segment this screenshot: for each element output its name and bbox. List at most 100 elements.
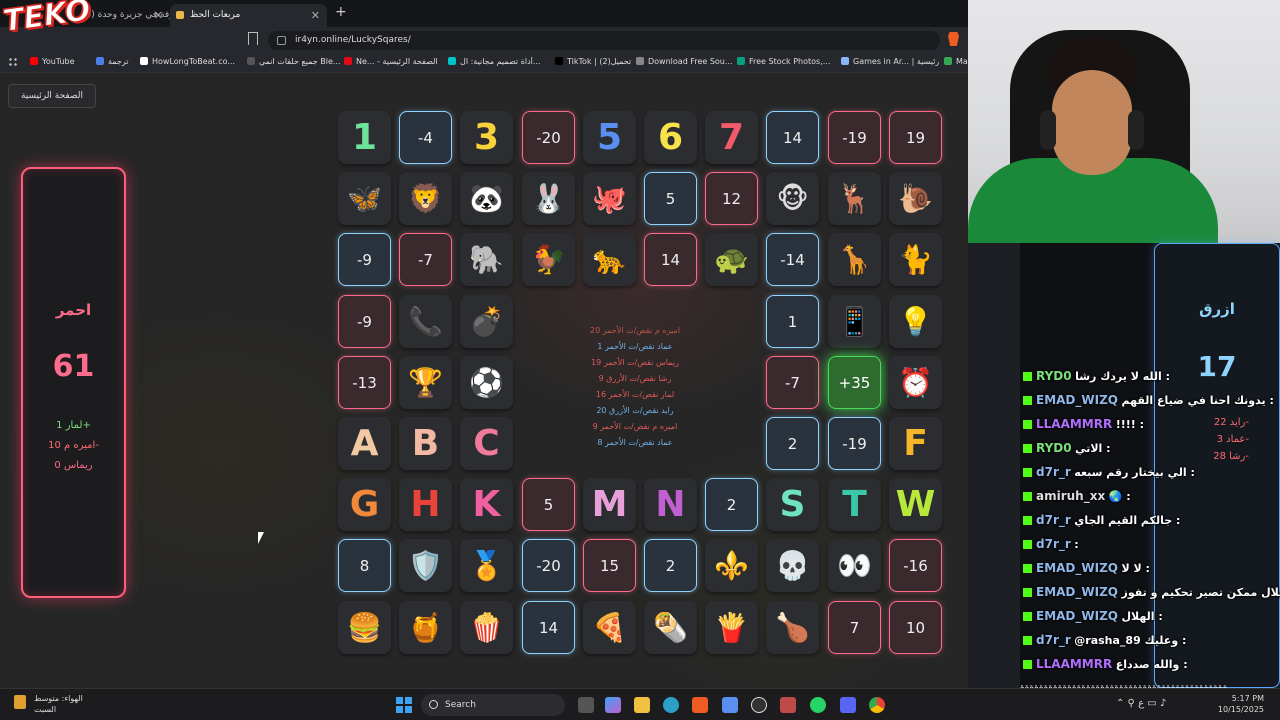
board-square[interactable]: -7 bbox=[399, 233, 452, 286]
brave-taskbar-icon[interactable] bbox=[692, 697, 708, 713]
board-square[interactable]: 💀 bbox=[766, 539, 819, 592]
board-square[interactable]: 👀 bbox=[828, 539, 881, 592]
bookmark-item[interactable]: جميع حلقات انمي Ble... bbox=[247, 57, 341, 66]
board-square[interactable]: F bbox=[889, 417, 942, 470]
chat-username[interactable]: EMAD_WIZQ bbox=[1036, 609, 1118, 623]
bookmark-item[interactable]: Games in Ar... | رئيسية bbox=[841, 57, 939, 66]
board-square[interactable]: 🍯 bbox=[399, 601, 452, 654]
app-icon[interactable] bbox=[780, 697, 796, 713]
board-square[interactable]: K bbox=[460, 478, 513, 531]
discord-icon[interactable] bbox=[840, 697, 856, 713]
taskbar-search[interactable]: Search bbox=[421, 694, 565, 716]
bookmark-item[interactable]: أداة تصميم مجانية: ال... bbox=[448, 57, 541, 66]
board-square[interactable]: -20 bbox=[522, 111, 575, 164]
board-square[interactable]: 14 bbox=[644, 233, 697, 286]
board-square[interactable]: 10 bbox=[889, 601, 942, 654]
whatsapp-icon[interactable] bbox=[810, 697, 826, 713]
board-square[interactable]: ⏰ bbox=[889, 356, 942, 409]
weather-widget[interactable]: الهواء: متوسط السبت bbox=[14, 693, 83, 715]
board-square[interactable]: 5 bbox=[644, 172, 697, 225]
chat-username[interactable]: d7r_r bbox=[1036, 513, 1071, 527]
chat-username[interactable]: RYD0 bbox=[1036, 369, 1072, 383]
board-square[interactable]: +35 bbox=[828, 356, 881, 409]
board-square[interactable]: A bbox=[338, 417, 391, 470]
bookmark-item[interactable]: ترجمة bbox=[96, 57, 129, 66]
site-info-icon[interactable] bbox=[277, 36, 286, 45]
file-explorer-icon[interactable] bbox=[634, 697, 650, 713]
board-square[interactable]: 1 bbox=[766, 295, 819, 348]
board-square[interactable]: B bbox=[399, 417, 452, 470]
board-square[interactable]: ⚽ bbox=[460, 356, 513, 409]
new-tab-plus-icon[interactable]: + bbox=[335, 4, 347, 20]
board-square[interactable]: 🦒 bbox=[828, 233, 881, 286]
board-square[interactable]: -4 bbox=[399, 111, 452, 164]
board-square[interactable]: 🐙 bbox=[583, 172, 636, 225]
board-square[interactable]: 2 bbox=[766, 417, 819, 470]
board-square[interactable]: 📞 bbox=[399, 295, 452, 348]
board-square[interactable]: G bbox=[338, 478, 391, 531]
chat-username[interactable]: LLAAMMRR bbox=[1036, 657, 1112, 671]
board-square[interactable]: C bbox=[460, 417, 513, 470]
board-square[interactable]: 🐈 bbox=[889, 233, 942, 286]
board-square[interactable]: H bbox=[399, 478, 452, 531]
board-square[interactable]: N bbox=[644, 478, 697, 531]
windows-start-icon[interactable] bbox=[396, 697, 412, 713]
bookmark-item[interactable]: Ma bbox=[944, 57, 968, 66]
board-square[interactable]: 2 bbox=[644, 539, 697, 592]
board-square[interactable]: 🐘 bbox=[460, 233, 513, 286]
board-square[interactable]: -16 bbox=[889, 539, 942, 592]
board-square[interactable]: 🐓 bbox=[522, 233, 575, 286]
board-square[interactable]: 14 bbox=[766, 111, 819, 164]
board-square[interactable]: 🐌 bbox=[889, 172, 942, 225]
board-square[interactable]: 🐰 bbox=[522, 172, 575, 225]
board-square[interactable]: 💡 bbox=[889, 295, 942, 348]
board-square[interactable]: 🐢 bbox=[705, 233, 758, 286]
board-square[interactable]: -13 bbox=[338, 356, 391, 409]
board-square[interactable]: 🍿 bbox=[460, 601, 513, 654]
edge-icon[interactable] bbox=[663, 697, 679, 713]
board-square[interactable]: 8 bbox=[338, 539, 391, 592]
board-square[interactable]: ⚜️ bbox=[705, 539, 758, 592]
board-square[interactable]: M bbox=[583, 478, 636, 531]
chrome-icon[interactable] bbox=[869, 697, 885, 713]
system-tray[interactable]: ⌃ ⚲ ع ▭ ♪ bbox=[1116, 698, 1166, 709]
chat-username[interactable]: d7r_r bbox=[1036, 633, 1071, 647]
bookmark-item[interactable]: Free Stock Photos,... bbox=[737, 57, 830, 66]
board-square[interactable]: 15 bbox=[583, 539, 636, 592]
board-square[interactable]: 💣 bbox=[460, 295, 513, 348]
board-square[interactable]: 19 bbox=[889, 111, 942, 164]
board-square[interactable]: 7 bbox=[828, 601, 881, 654]
chat-username[interactable]: EMAD_WIZQ bbox=[1036, 393, 1118, 407]
home-button[interactable]: الصفحة الرئيسية bbox=[8, 84, 96, 108]
board-square[interactable]: S bbox=[766, 478, 819, 531]
bookmark-item[interactable]: YouTube bbox=[30, 57, 75, 66]
bookmark-item[interactable]: Ne... - الصفحة الرئيسية bbox=[344, 57, 438, 66]
board-square[interactable]: -19 bbox=[828, 417, 881, 470]
board-square[interactable]: -7 bbox=[766, 356, 819, 409]
apps-grid-icon[interactable] bbox=[8, 57, 18, 67]
clock[interactable]: 5:17 PM 10/15/2025 bbox=[1218, 693, 1264, 715]
obs-icon[interactable] bbox=[751, 697, 767, 713]
board-square[interactable]: 🦌 bbox=[828, 172, 881, 225]
board-square[interactable]: 1 bbox=[338, 111, 391, 164]
close-tab-icon[interactable]: ✕ bbox=[311, 4, 320, 27]
bookmark-item[interactable]: TikTok | تحميل(2) bbox=[555, 57, 631, 66]
board-square[interactable]: 3 bbox=[460, 111, 513, 164]
board-square[interactable]: W bbox=[889, 478, 942, 531]
bookmark-icon[interactable] bbox=[248, 32, 258, 45]
board-square[interactable]: 🐆 bbox=[583, 233, 636, 286]
tab-2-active[interactable]: مربعات الحظ ✕ bbox=[170, 4, 327, 27]
board-square[interactable]: 🦋 bbox=[338, 172, 391, 225]
board-square[interactable]: -14 bbox=[766, 233, 819, 286]
chat-username[interactable]: d7r_r bbox=[1036, 537, 1071, 551]
board-square[interactable]: 📱 bbox=[828, 295, 881, 348]
board-square[interactable]: -9 bbox=[338, 233, 391, 286]
board-square[interactable]: 5 bbox=[522, 478, 575, 531]
board-square[interactable]: 🍕 bbox=[583, 601, 636, 654]
task-view-icon[interactable] bbox=[578, 697, 594, 713]
chat-username[interactable]: EMAD_WIZQ bbox=[1036, 585, 1118, 599]
chat-username[interactable]: EMAD_WIZQ bbox=[1036, 561, 1118, 575]
board-square[interactable]: 6 bbox=[644, 111, 697, 164]
board-square[interactable]: 🦁 bbox=[399, 172, 452, 225]
address-bar[interactable]: ir4yn.online/LuckySqares/ bbox=[268, 31, 940, 50]
